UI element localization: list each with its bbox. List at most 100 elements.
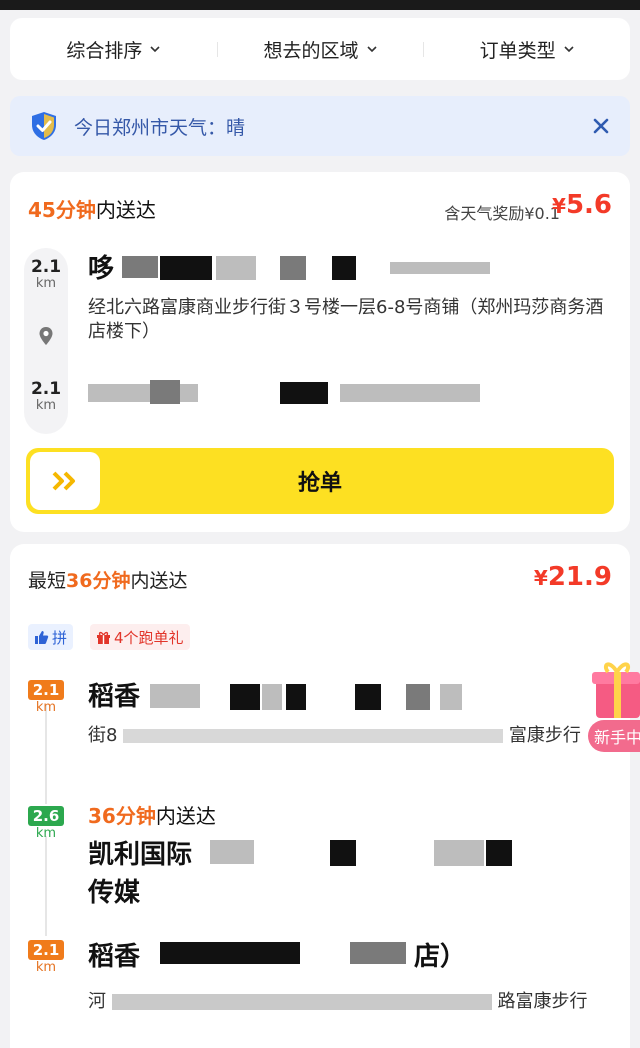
pickup-address: 经北六路富康商业步行街３号楼一层6-8号商铺（郑州玛莎商务酒店楼下） (88, 297, 604, 343)
tag-run-gift-label: 4个跑单礼 (114, 628, 184, 647)
route-line (45, 836, 47, 936)
stop-address-start: 河 (88, 991, 106, 1012)
delivery-time-number: 36 (66, 570, 93, 592)
weather-text: 今日郑州市天气：晴 (74, 116, 246, 139)
redaction (150, 684, 200, 708)
location-pin-icon (39, 327, 53, 345)
redaction (210, 840, 254, 864)
stop-name: 稻香 (88, 682, 141, 712)
stop-distance: 2.1 km (28, 680, 64, 715)
redaction (280, 382, 328, 404)
stop-distance-unit: km (35, 826, 57, 841)
redaction (111, 994, 492, 1010)
price-symbol: ¥ (533, 566, 548, 590)
stop-distance: 2.6 km (28, 806, 64, 841)
dropoff-distance-unit: km (35, 397, 57, 413)
tag-run-gift: 4个跑单礼 (90, 624, 190, 650)
redaction (123, 729, 504, 743)
delivery-time-prefix: 最短 (28, 570, 67, 592)
redaction (160, 256, 212, 280)
chevron-down-icon (150, 46, 160, 53)
filter-sort[interactable]: 综合排序 (10, 36, 217, 63)
stop-address-tail: 富康步行 (508, 725, 581, 746)
redaction (280, 256, 306, 280)
redaction (434, 840, 484, 866)
newbie-gift-badge[interactable]: 新手中 (588, 720, 640, 752)
redaction (160, 942, 300, 964)
price-value: 5.6 (565, 190, 612, 220)
stop-eta-number: 36 (88, 804, 116, 828)
weather-banner: 今日郑州市天气：晴 (10, 96, 630, 156)
redaction (406, 684, 430, 710)
slider-handle[interactable] (30, 452, 100, 510)
filter-order-type-label: 订单类型 (479, 39, 556, 62)
tag-pool-label: 拼 (52, 628, 68, 647)
close-icon[interactable] (590, 115, 612, 137)
redaction (330, 840, 356, 866)
order-card[interactable]: 45分钟内送达 含天气奖励¥0.1 ¥5.6 2.1 km 2.1 km 哆 经… (10, 172, 630, 532)
stop-distance: 2.1 km (28, 940, 64, 975)
redaction (355, 684, 381, 710)
delivery-time-suffix: 内送达 (95, 198, 156, 222)
stop-name-line2: 传媒 (88, 878, 141, 908)
stop-distance-value: 2.1 (28, 940, 64, 960)
stop-distance-value: 2.1 (28, 680, 64, 700)
redaction (150, 380, 180, 404)
order-price: ¥5.6 (552, 190, 612, 220)
redaction (262, 684, 282, 710)
filter-area[interactable]: 想去的区域 (216, 36, 424, 63)
gift-icon (97, 631, 110, 644)
route-column: 2.1 km 2.1 km (24, 248, 68, 434)
status-bar (0, 0, 640, 10)
route-line (45, 704, 47, 804)
delivery-time-unit: 分钟 (55, 198, 96, 222)
dropoff-distance-value: 2.1 (30, 379, 62, 399)
stop-eta-unit: 分钟 (115, 804, 156, 828)
stop-address-start: 街8 (88, 725, 118, 746)
stop-address: 街8 富康步行 (88, 724, 588, 748)
redaction (216, 256, 256, 280)
redaction (486, 840, 512, 866)
pickup-distance-value: 2.1 (30, 257, 62, 277)
delivery-time-number: 45 (28, 198, 56, 222)
redaction (122, 256, 158, 278)
chevron-down-icon (366, 46, 377, 53)
redaction (332, 256, 356, 280)
stop-name: 稻香 (88, 942, 141, 972)
stop-eta: 36分钟内送达 (88, 800, 216, 829)
filter-sort-label: 综合排序 (66, 39, 143, 62)
order-price: ¥21.9 (534, 562, 612, 592)
filter-order-type[interactable]: 订单类型 (423, 36, 630, 63)
chevron-down-icon (564, 46, 574, 53)
stop-distance-value: 2.6 (28, 806, 64, 826)
stop-address-tail: 路富康步行 (497, 991, 588, 1012)
redaction (440, 684, 462, 710)
stop-name: 凯利国际 (88, 840, 193, 870)
price-symbol: ¥ (552, 194, 566, 218)
redaction (88, 384, 198, 402)
stop-name-tail: 店） (414, 942, 467, 972)
redaction (286, 684, 306, 710)
shield-check-icon (32, 112, 56, 140)
stop-distance-unit: km (35, 700, 57, 715)
pickup-distance: 2.1 km (24, 258, 68, 291)
stop-address: 河 路富康步行 (88, 990, 618, 1014)
filter-area-label: 想去的区域 (263, 39, 359, 62)
dropoff-distance: 2.1 km (24, 380, 68, 413)
pickup-distance-unit: km (35, 275, 57, 291)
pickup-name: 哆 (88, 254, 115, 284)
price-value: 21.9 (547, 562, 612, 592)
weather-bonus: 含天气奖励¥0.1 (444, 204, 560, 223)
delivery-time-unit: 分钟 (92, 570, 131, 592)
delivery-time-suffix: 内送达 (130, 570, 188, 592)
redaction (390, 262, 490, 274)
tag-pool: 拼 (28, 624, 74, 650)
redaction (350, 942, 406, 964)
grab-order-label: 抢单 (297, 471, 342, 496)
stop-eta-suffix: 内送达 (155, 804, 216, 828)
grab-order-button[interactable]: 抢单 (26, 448, 614, 514)
redaction (230, 684, 260, 710)
stop-distance-unit: km (35, 960, 57, 975)
double-chevron-right-icon (52, 471, 75, 491)
order-card[interactable]: 最短36分钟内送达 ¥21.9 拼 4个跑单礼 2.1 km 稻香 街8 富康步… (10, 544, 630, 1048)
